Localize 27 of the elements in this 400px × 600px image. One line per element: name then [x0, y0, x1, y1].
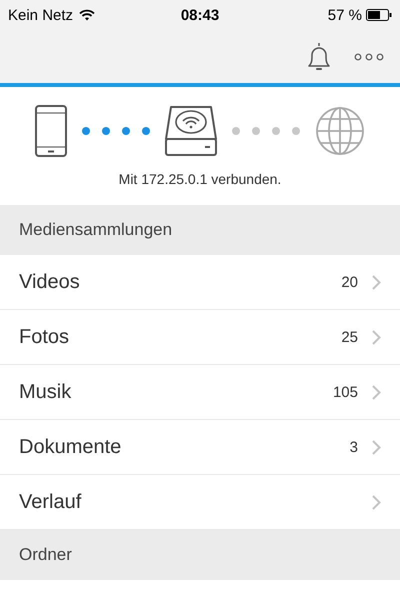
- chevron-icon: [372, 440, 381, 454]
- item-count: 25: [341, 328, 358, 346]
- clock-time: 08:43: [180, 6, 220, 24]
- item-count: 20: [341, 274, 358, 290]
- wifi-icon: [79, 9, 96, 21]
- item-label: Dokumente: [19, 436, 122, 458]
- phone-icon: [35, 105, 67, 157]
- section-header: Ordner: [19, 545, 72, 565]
- more-icon: [354, 52, 384, 60]
- section-header: Mediensammlungen: [19, 220, 172, 240]
- wifi-drive-icon: [165, 105, 217, 157]
- item-label: Videos: [19, 270, 81, 294]
- chevron-icon: [372, 384, 381, 400]
- item-count: 105: [332, 384, 358, 400]
- chevron-icon: [372, 274, 381, 290]
- globe-icon: [315, 106, 365, 156]
- more-button[interactable]: [354, 52, 384, 60]
- item-label: Fotos: [19, 326, 70, 348]
- item-label: Musik: [19, 380, 72, 404]
- battery-percentage: 57 %: [328, 6, 362, 24]
- carrier-text: Kein Netz: [8, 6, 74, 24]
- battery-icon: [366, 9, 392, 21]
- item-count: 3: [350, 438, 358, 456]
- chevron-icon: [372, 494, 381, 510]
- item-label: Verlauf: [19, 490, 82, 514]
- chevron-icon: [372, 330, 381, 344]
- connection-status-text: Mit 172.25.0.1 verbunden.: [118, 171, 282, 187]
